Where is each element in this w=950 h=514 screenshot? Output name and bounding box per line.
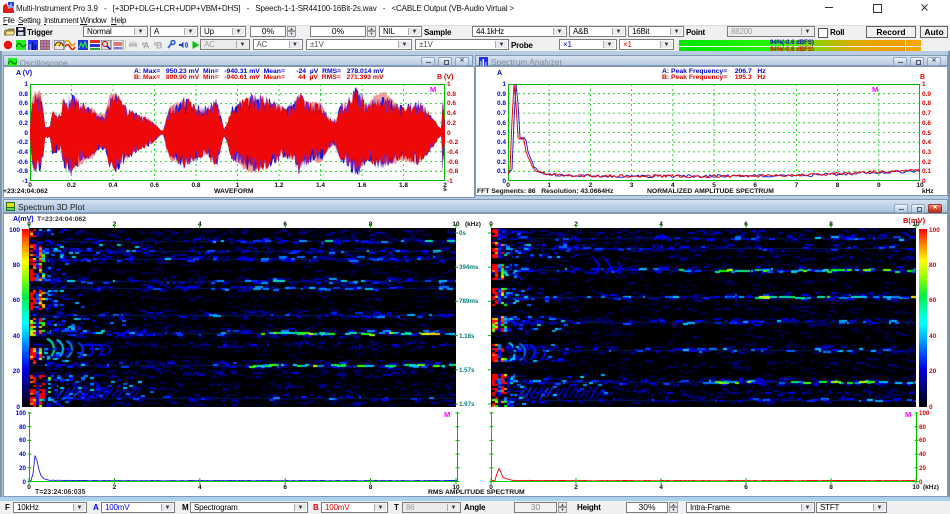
svg-text:A: A xyxy=(143,40,150,50)
svg-text:B: B xyxy=(156,40,163,50)
